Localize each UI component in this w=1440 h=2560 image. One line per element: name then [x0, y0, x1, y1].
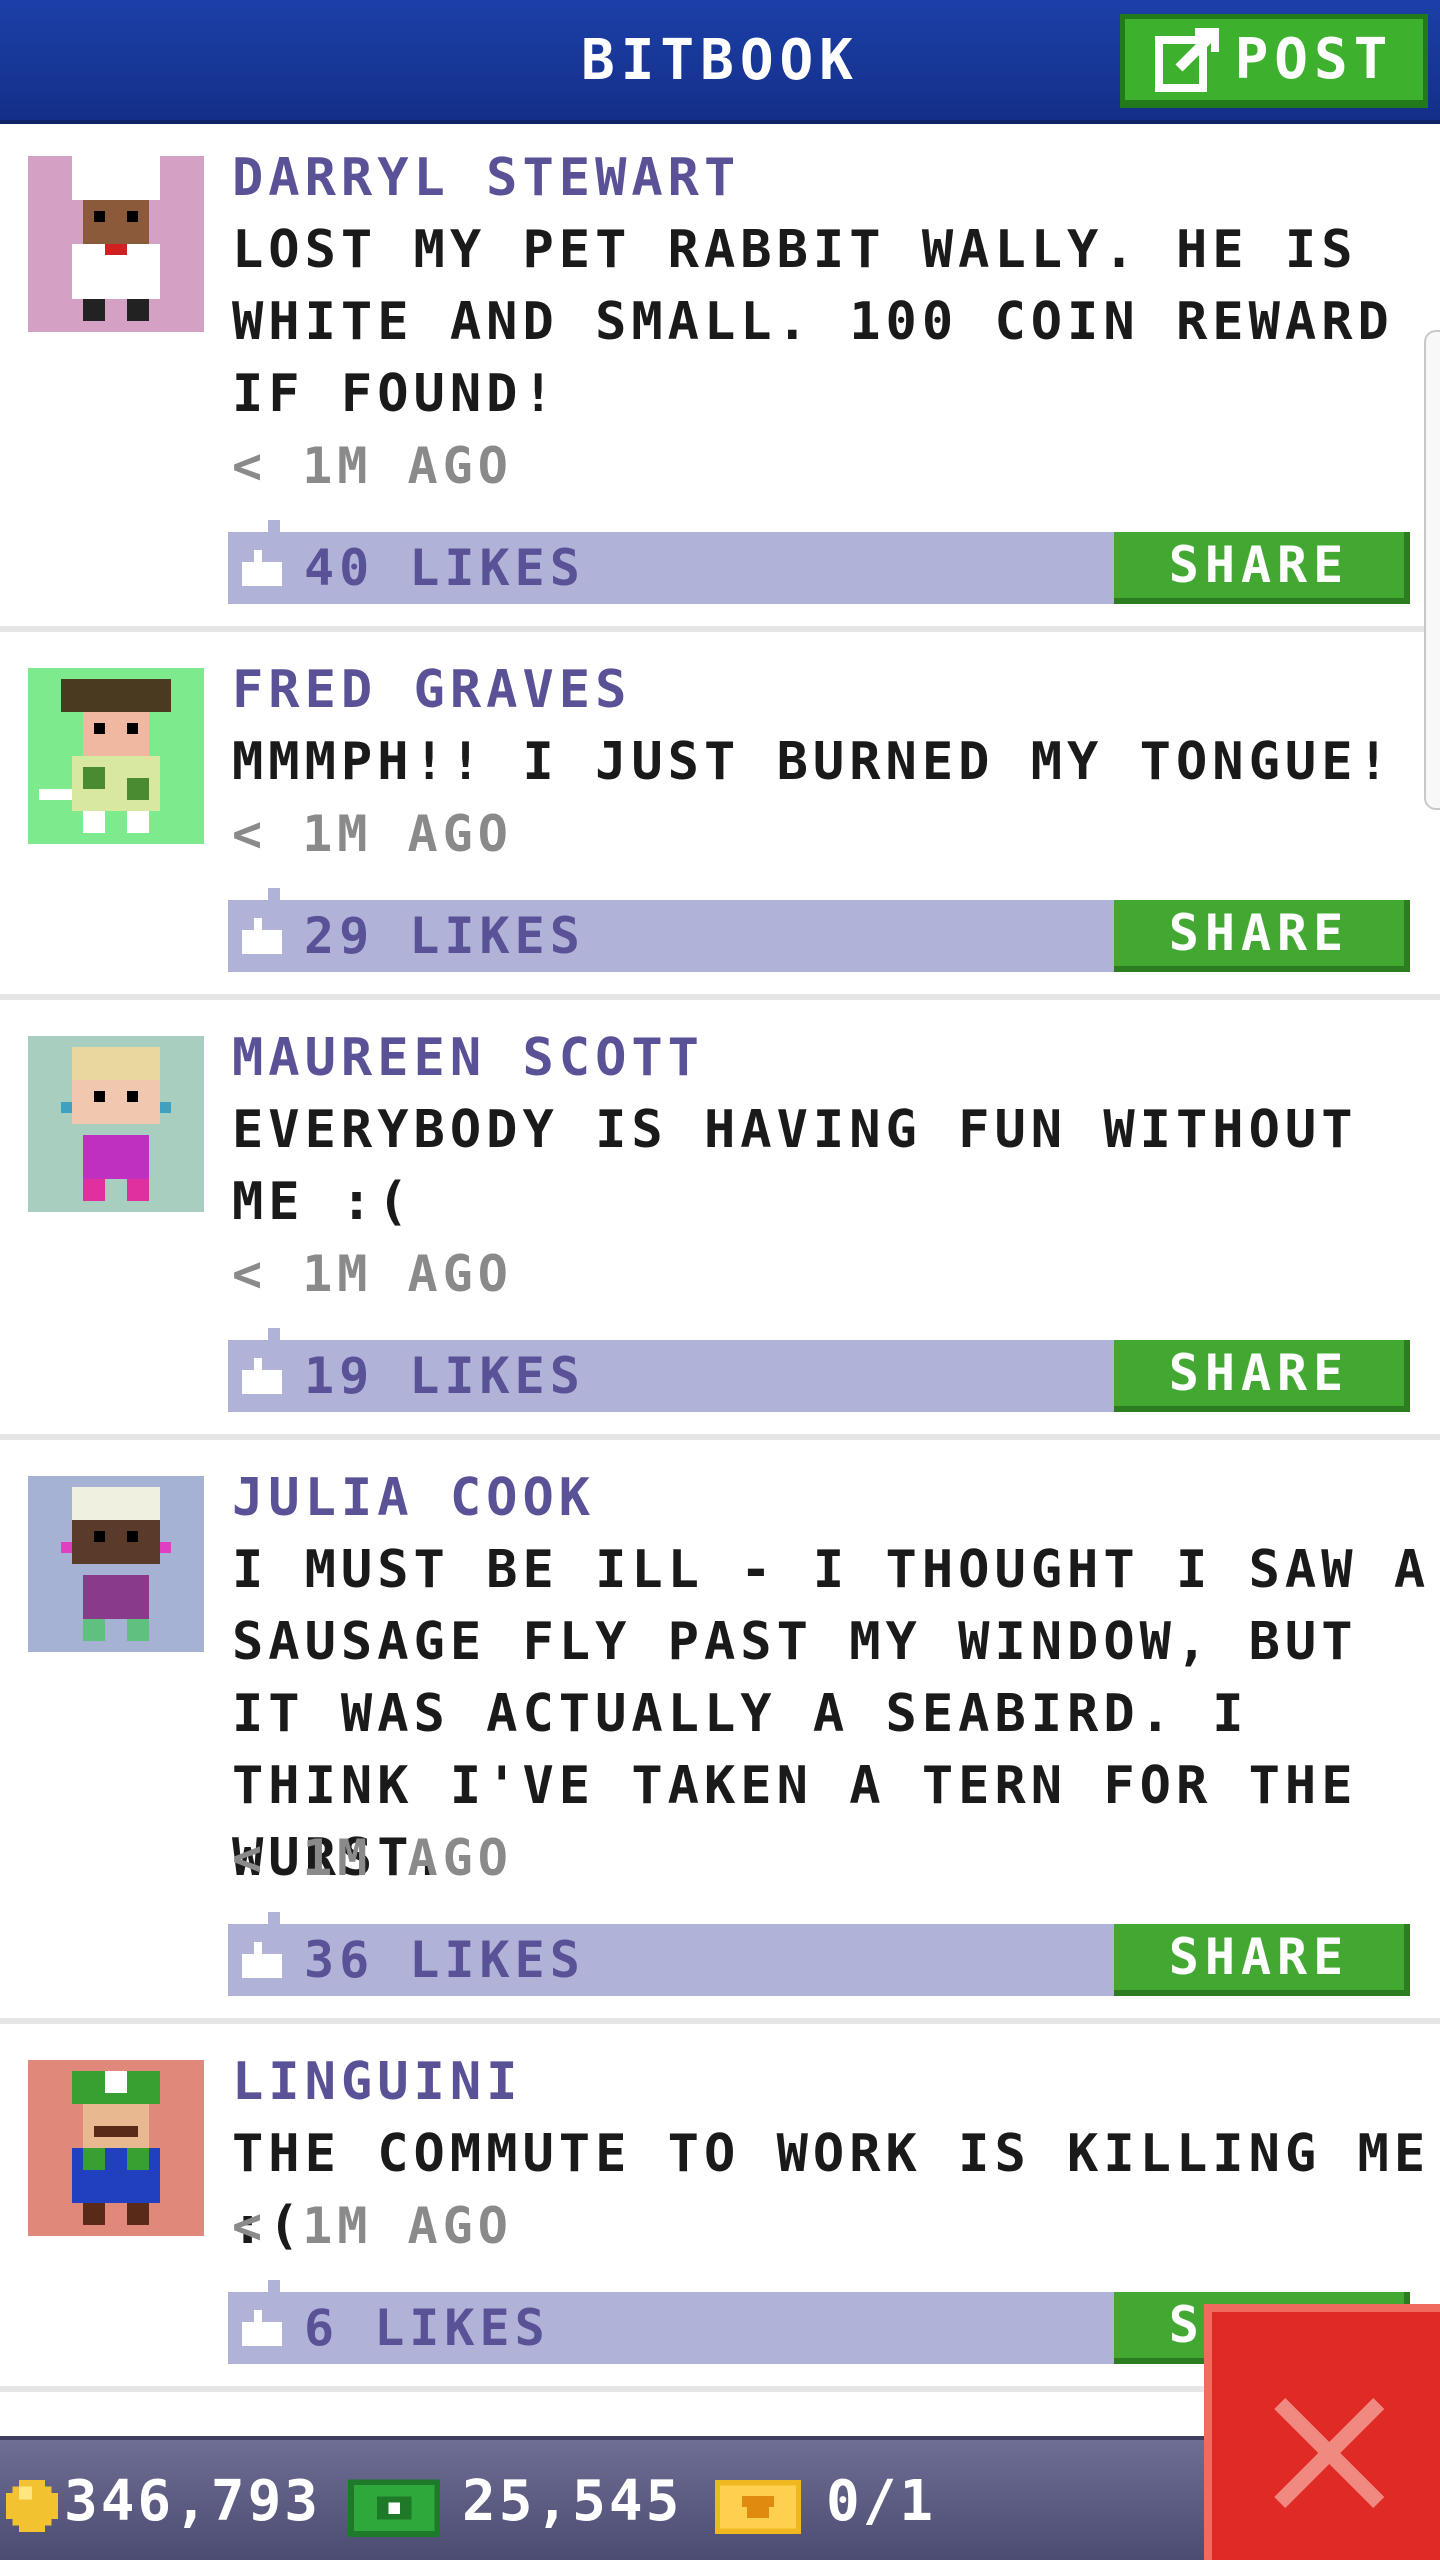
golfer-avatar-icon — [39, 679, 171, 833]
post-message: LOST MY PET RABBIT WALLY. HE IS WHITE AN… — [232, 220, 1394, 424]
post-divider — [0, 1434, 1440, 1440]
post-divider — [0, 2018, 1440, 2024]
likes-bar: 40 LIKES SHARE — [228, 520, 1410, 604]
share-button[interactable]: SHARE — [1114, 900, 1410, 972]
blonde-woman-avatar-icon — [61, 1047, 171, 1201]
post-divider — [0, 626, 1440, 632]
chef-avatar-icon — [72, 156, 160, 321]
close-icon — [1274, 2398, 1384, 2508]
likes-count: 36 LIKES — [304, 1931, 585, 1989]
edit-icon — [1154, 27, 1219, 92]
likes-count: 29 LIKES — [304, 907, 585, 965]
post-time: < 1M AGO — [232, 805, 513, 863]
woman-avatar-icon — [61, 1487, 171, 1641]
likes-bar: 19 LIKES SHARE — [228, 1328, 1410, 1412]
post-time: < 1M AGO — [232, 1245, 513, 1303]
like-icon[interactable] — [242, 1942, 282, 1978]
top-bar: BITBOOK POST — [0, 0, 1440, 124]
author-name[interactable]: FRED GRAVES — [232, 658, 631, 722]
cash-icon — [348, 2479, 440, 2537]
author-name[interactable]: JULIA COOK — [232, 1466, 595, 1530]
tickets-amount: 0/1 — [826, 2469, 937, 2534]
post-divider — [0, 994, 1440, 1000]
scrollbar[interactable] — [1424, 330, 1440, 810]
avatar[interactable] — [28, 668, 204, 844]
likes-count: 40 LIKES — [304, 539, 585, 597]
likes-bar: 29 LIKES SHARE — [228, 888, 1410, 972]
author-name[interactable]: LINGUINI — [232, 2050, 522, 2114]
share-button[interactable]: SHARE — [1114, 1340, 1410, 1412]
share-button[interactable]: SHARE — [1114, 532, 1410, 604]
likes-bar: 36 LIKES SHARE — [228, 1912, 1410, 1996]
post-time: < 1M AGO — [232, 2197, 513, 2255]
post-time: < 1M AGO — [232, 1829, 513, 1887]
share-button[interactable]: SHARE — [1114, 1924, 1410, 1996]
like-icon[interactable] — [242, 1358, 282, 1394]
avatar[interactable] — [28, 1476, 204, 1652]
ticket-icon — [714, 2480, 802, 2534]
like-icon[interactable] — [242, 550, 282, 586]
post-button-label: POST — [1234, 27, 1394, 92]
author-name[interactable]: DARRYL STEWART — [232, 146, 740, 210]
post-time: < 1M AGO — [232, 437, 513, 495]
author-name[interactable]: MAUREEN SCOTT — [232, 1026, 704, 1090]
close-button[interactable] — [1204, 2304, 1440, 2560]
bux-amount: 25,545 — [462, 2469, 683, 2534]
avatar[interactable] — [28, 2060, 204, 2236]
avatar[interactable] — [28, 1036, 204, 1212]
coins-amount: 346,793 — [64, 2469, 322, 2534]
post-message: MMMPH!! I JUST BURNED MY TONGUE! — [232, 732, 1394, 792]
likes-count: 6 LIKES — [304, 2299, 550, 2357]
post-button[interactable]: POST — [1120, 14, 1428, 108]
likes-count: 19 LIKES — [304, 1347, 585, 1405]
avatar[interactable] — [28, 156, 204, 332]
post-message: EVERYBODY IS HAVING FUN WITHOUT ME :( — [232, 1100, 1358, 1232]
like-icon[interactable] — [242, 2310, 282, 2346]
like-icon[interactable] — [242, 918, 282, 954]
coin-icon — [6, 2480, 58, 2532]
plumber-avatar-icon — [72, 2071, 160, 2225]
